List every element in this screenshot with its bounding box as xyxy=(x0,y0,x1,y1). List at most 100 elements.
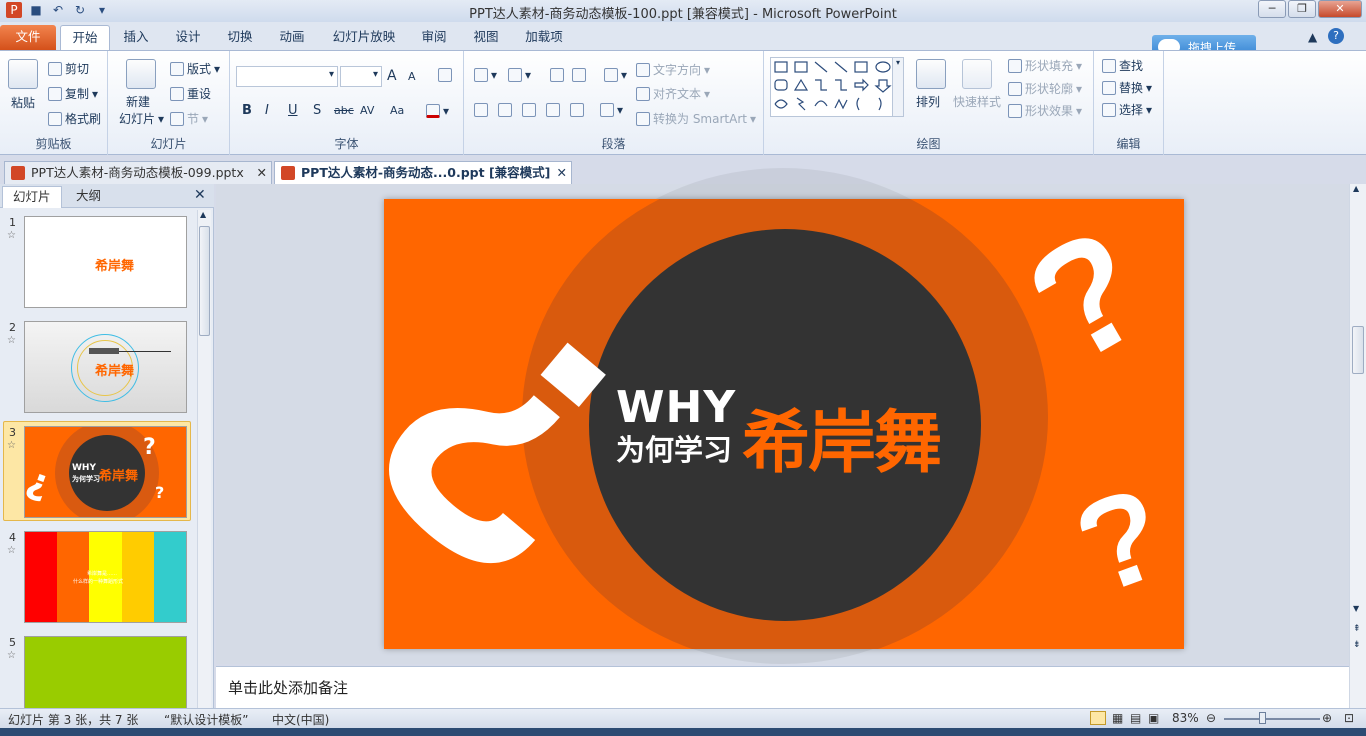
doc-tab-100[interactable]: PPT达人素材-商务动态...0.ppt [兼容模式] ✕ xyxy=(274,161,572,184)
cut-button[interactable]: 剪切 xyxy=(48,60,89,77)
doc-tab-099[interactable]: PPT达人素材-商务动态模板-099.pptx ✕ xyxy=(4,161,272,184)
reading-view-icon[interactable]: ▤ xyxy=(1130,711,1141,725)
scrollbar-thumb[interactable] xyxy=(1352,326,1364,374)
slide-sorter-icon[interactable]: ▦ xyxy=(1112,711,1123,725)
section-button[interactable]: 节 ▾ xyxy=(170,110,208,127)
maximize-button[interactable]: ❐ xyxy=(1288,0,1316,18)
tab-design[interactable]: 设计 xyxy=(166,25,210,50)
quick-styles-icon[interactable] xyxy=(962,59,992,89)
arrange-button[interactable]: 排列 xyxy=(916,93,940,110)
minimize-ribbon-icon[interactable]: ▲ xyxy=(1308,30,1317,44)
shapes-gallery[interactable] xyxy=(770,57,902,117)
slide-thumbnail-row[interactable]: 5 ☆ xyxy=(0,636,196,708)
slides-pane-scrollbar[interactable]: ▲ xyxy=(197,210,211,708)
previous-slide-icon[interactable]: ⇞ xyxy=(1353,624,1361,634)
zoom-out-icon[interactable]: ⊖ xyxy=(1206,711,1216,725)
tab-addins[interactable]: 加载项 xyxy=(516,25,572,50)
tab-file[interactable]: 文件 xyxy=(0,25,56,50)
notes-placeholder[interactable]: 单击此处添加备注 xyxy=(228,677,348,698)
select-button[interactable]: 选择 ▾ xyxy=(1102,101,1152,118)
copy-button[interactable]: 复制 ▾ xyxy=(48,85,98,102)
canvas-scrollbar[interactable]: ▲ ▼ ⇞ ⇟ xyxy=(1349,184,1366,708)
close-button[interactable]: ✕ xyxy=(1318,0,1362,18)
justify-icon[interactable] xyxy=(546,103,560,117)
tab-slideshow[interactable]: 幻灯片放映 xyxy=(326,25,402,50)
tab-review[interactable]: 审阅 xyxy=(412,25,456,50)
shadow-button[interactable]: S xyxy=(313,103,321,118)
paste-button[interactable]: 粘贴 xyxy=(11,94,35,111)
tab-outline[interactable]: 大纲 xyxy=(66,186,111,208)
arrange-icon[interactable] xyxy=(916,59,946,89)
shape-effects-button[interactable]: 形状效果 ▾ xyxy=(1008,102,1082,119)
strikethrough-button[interactable]: abc xyxy=(334,104,354,117)
layout-button[interactable]: 版式 ▾ xyxy=(170,60,220,77)
zoom-in-icon[interactable]: ⊕ xyxy=(1322,711,1332,725)
font-size-combo[interactable]: ▾ xyxy=(340,66,382,87)
help-icon[interactable]: ? xyxy=(1328,28,1344,44)
theme-status[interactable]: “默认设计模板” xyxy=(164,711,248,728)
align-center-icon[interactable] xyxy=(498,103,512,117)
notes-pane[interactable]: 单击此处添加备注 xyxy=(216,666,1349,708)
normal-view-icon[interactable] xyxy=(1090,711,1106,725)
zoom-slider[interactable] xyxy=(1224,718,1320,720)
scroll-up-icon[interactable]: ▲ xyxy=(200,210,206,219)
language-status[interactable]: 中文(中国) xyxy=(272,711,329,728)
smartart-button[interactable]: 转换为 SmartArt ▾ xyxy=(636,110,756,127)
scrollbar-thumb[interactable] xyxy=(199,226,210,336)
slide-thumbnail-5[interactable] xyxy=(24,636,187,708)
columns-icon[interactable]: ▾ xyxy=(600,103,623,117)
bullets-icon[interactable]: ▾ xyxy=(474,68,497,82)
font-color-icon[interactable]: ▾ xyxy=(426,104,449,118)
align-left-icon[interactable] xyxy=(474,103,488,117)
distributed-icon[interactable] xyxy=(570,103,584,117)
current-slide[interactable]: WHY 为何学习 希岸舞 xyxy=(384,199,1184,649)
shrink-font-button[interactable]: A xyxy=(408,70,416,83)
shape-outline-button[interactable]: 形状轮廓 ▾ xyxy=(1008,80,1082,97)
grow-font-button[interactable]: A xyxy=(387,68,397,84)
paste-icon[interactable] xyxy=(8,59,38,89)
align-text-button[interactable]: 对齐文本 ▾ xyxy=(636,85,710,102)
align-right-icon[interactable] xyxy=(522,103,536,117)
tab-insert[interactable]: 插入 xyxy=(114,25,158,50)
format-painter-button[interactable]: 格式刷 xyxy=(48,110,101,127)
shape-fill-button[interactable]: 形状填充 ▾ xyxy=(1008,57,1082,74)
fit-to-window-icon[interactable]: ⊡ xyxy=(1344,711,1354,725)
find-button[interactable]: 查找 xyxy=(1102,57,1143,74)
slide-thumbnail-row[interactable]: 2 ☆ 希岸舞 xyxy=(0,321,196,413)
close-tab-icon[interactable]: ✕ xyxy=(557,162,567,184)
char-spacing-button[interactable]: AV xyxy=(360,104,374,117)
font-name-combo[interactable]: ▾ xyxy=(236,66,338,87)
slide-thumbnail-row[interactable]: 4 ☆ 希岸舞是…… 什么样的一种舞蹈形式 xyxy=(0,531,196,623)
zoom-slider-thumb[interactable] xyxy=(1259,712,1266,724)
new-slide-icon[interactable] xyxy=(126,59,156,89)
increase-indent-icon[interactable] xyxy=(572,68,586,82)
decrease-indent-icon[interactable] xyxy=(550,68,564,82)
next-slide-icon[interactable]: ⇟ xyxy=(1353,640,1361,650)
slide-thumbnail-row[interactable]: 1 ☆ 希岸舞 xyxy=(0,216,196,308)
close-pane-icon[interactable]: ✕ xyxy=(194,187,206,203)
new-slide-label[interactable]: 新建 xyxy=(126,93,150,110)
slide-thumbnail-2[interactable]: 希岸舞 xyxy=(24,321,187,413)
reset-button[interactable]: 重设 xyxy=(170,85,211,102)
tab-view[interactable]: 视图 xyxy=(464,25,508,50)
text-direction-button[interactable]: 文字方向 ▾ xyxy=(636,61,710,78)
bold-button[interactable]: B xyxy=(242,103,252,118)
zoom-level[interactable]: 83% xyxy=(1172,711,1199,725)
numbering-icon[interactable]: ▾ xyxy=(508,68,531,82)
shapes-more-button[interactable]: ▾ xyxy=(892,57,904,117)
clear-format-icon[interactable] xyxy=(438,68,452,82)
tab-animations[interactable]: 动画 xyxy=(270,25,314,50)
replace-button[interactable]: 替换 ▾ xyxy=(1102,79,1152,96)
slideshow-icon[interactable]: ▣ xyxy=(1148,711,1159,725)
quick-styles-button[interactable]: 快速样式 xyxy=(953,93,1001,110)
tab-home[interactable]: 开始 xyxy=(60,25,110,50)
scroll-up-icon[interactable]: ▲ xyxy=(1353,184,1359,193)
line-spacing-icon[interactable]: ▾ xyxy=(604,68,627,82)
slide-thumbnail-4[interactable]: 希岸舞是…… 什么样的一种舞蹈形式 xyxy=(24,531,187,623)
change-case-button[interactable]: Aa xyxy=(390,104,404,117)
minimize-button[interactable]: ─ xyxy=(1258,0,1286,18)
tab-transitions[interactable]: 切换 xyxy=(218,25,262,50)
scroll-down-icon[interactable]: ▼ xyxy=(1353,604,1359,613)
underline-button[interactable]: U xyxy=(288,103,298,118)
slide-thumbnail-1[interactable]: 希岸舞 xyxy=(24,216,187,308)
